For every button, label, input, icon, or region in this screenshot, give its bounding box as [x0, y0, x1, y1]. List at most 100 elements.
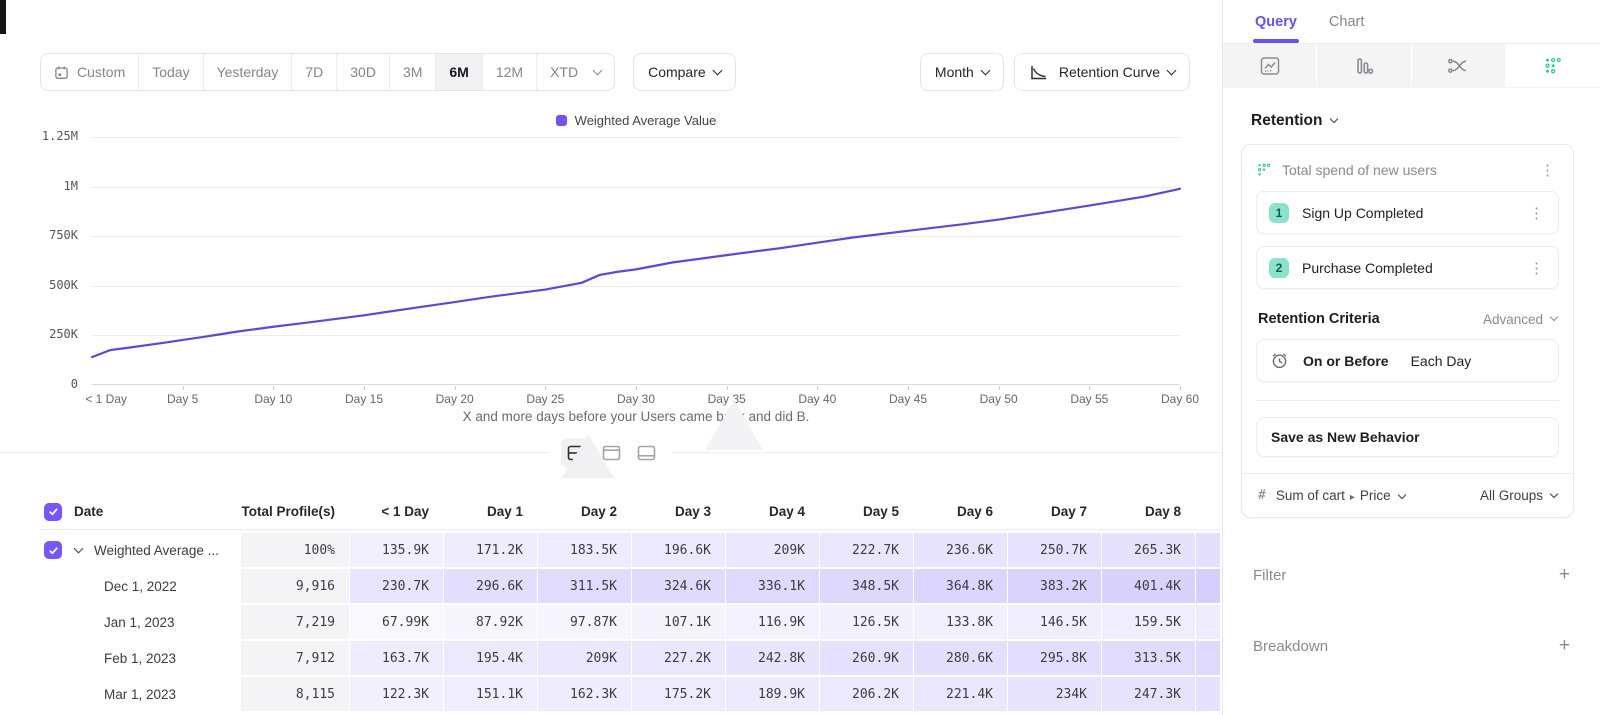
row-date-cell[interactable]: Mar 1, 2023 [40, 677, 240, 711]
range-xtd[interactable]: XTD [537, 54, 614, 90]
retention-value-cell: 146.5K [1008, 605, 1101, 639]
granularity-label: Month [935, 64, 974, 80]
column-header: Day 6 [914, 494, 1007, 529]
range-custom[interactable]: Custom [41, 54, 139, 90]
retention-value-cell: 280.6K [914, 641, 1007, 675]
range-label: Yesterday [217, 64, 279, 80]
range-6m[interactable]: 6M [436, 54, 482, 90]
retention-chart [92, 137, 1180, 384]
x-axis-label: Day 60 [1161, 392, 1199, 406]
table-header-row: DateTotal Profile(s)< 1 DayDay 1Day 2Day… [40, 494, 1220, 530]
profiles-cell: 8,115 [241, 677, 349, 711]
table-row: Dec 1, 20229,916230.7K296.6K311.5K324.6K… [40, 569, 1220, 603]
tab-query[interactable]: Query [1255, 14, 1297, 30]
step-row-2[interactable]: 2 Purchase Completed ⋮ [1256, 246, 1559, 289]
row-date-cell[interactable]: Feb 1, 2023 [40, 641, 240, 675]
row-checkbox[interactable] [44, 541, 62, 559]
measure-row: # Sum of cart▸Price All Groups [1242, 473, 1573, 517]
expand-caret-icon[interactable] [74, 543, 84, 553]
chevron-down-icon [980, 65, 990, 75]
range-label: XTD [550, 64, 578, 80]
row-date-cell[interactable]: Weighted Average ... [40, 533, 240, 567]
range-12m[interactable]: 12M [483, 54, 537, 90]
retention-report-button[interactable] [1506, 44, 1600, 87]
bottom-panel-view-button[interactable] [631, 438, 661, 468]
compare-button[interactable]: Compare [633, 53, 736, 91]
range-yesterday[interactable]: Yesterday [204, 54, 293, 90]
column-header: Day 3 [632, 494, 725, 529]
add-filter-button[interactable]: + [1559, 564, 1570, 586]
retention-value-cell: 126.5K [820, 605, 913, 639]
table-row: Mar 1, 20238,115122.3K151.1K162.3K175.2K… [40, 677, 1220, 711]
clipped-value-cell [1196, 677, 1220, 711]
row-date-cell[interactable]: Jan 1, 2023 [40, 605, 240, 639]
retention-value-cell: 162.3K [538, 677, 631, 711]
save-behavior-button[interactable]: Save as New Behavior [1256, 417, 1559, 457]
retention-value-cell: 122.3K [350, 677, 443, 711]
x-axis-label: Day 45 [889, 392, 927, 406]
axis-tick [273, 386, 274, 390]
timing-mode-select[interactable]: On or Before [1303, 353, 1389, 369]
behavior-dots-icon [1256, 162, 1272, 178]
retention-value-cell: 159.5K [1102, 605, 1195, 639]
kebab-menu-icon[interactable]: ⋮ [1536, 161, 1559, 179]
groups-select[interactable]: All Groups [1480, 488, 1557, 503]
tab-chart[interactable]: Chart [1329, 14, 1364, 30]
report-type-group [1223, 44, 1600, 88]
table-row: Feb 1, 20237,912163.7K195.4K209K227.2K24… [40, 641, 1220, 675]
range-30d[interactable]: 30D [337, 54, 390, 90]
chart-caption: X and more days before your Users came b… [92, 409, 1180, 424]
breakdown-section: Breakdown + [1253, 635, 1570, 657]
range-label: 7D [305, 64, 323, 80]
timing-unit-select[interactable]: Each Day [1411, 353, 1472, 369]
profiles-cell: 7,219 [241, 605, 349, 639]
retention-value-cell: 313.5K [1102, 641, 1195, 675]
range-3m[interactable]: 3M [390, 54, 436, 90]
x-axis-label: Day 40 [798, 392, 836, 406]
flows-report-button[interactable] [1412, 44, 1506, 87]
filter-label: Filter [1253, 567, 1286, 584]
retention-section-header[interactable]: Retention [1251, 112, 1600, 130]
plot-area: 0250K500K750K1M1.25M< 1 DayDay 5Day 10Da… [92, 137, 1180, 385]
retention-value-cell: 296.6K [444, 569, 537, 603]
kebab-menu-icon[interactable]: ⋮ [1525, 259, 1548, 277]
retention-value-cell: 116.9K [726, 605, 819, 639]
breakdown-label: Breakdown [1253, 638, 1328, 655]
row-checkbox[interactable] [44, 503, 62, 521]
retention-value-cell: 133.8K [914, 605, 1007, 639]
retention-value-cell: 175.2K [632, 677, 725, 711]
retention-value-cell: 324.6K [632, 569, 725, 603]
behavior-title[interactable]: Total spend of new users [1282, 162, 1526, 178]
clipped-value-cell [1196, 641, 1220, 675]
date-range-group: CustomToday Yesterday 7D 30D3M6M12M XTD [40, 53, 615, 91]
axis-tick [817, 386, 818, 390]
funnels-report-button[interactable] [1317, 44, 1411, 87]
kebab-menu-icon[interactable]: ⋮ [1525, 204, 1548, 222]
step-row-1[interactable]: 1 Sign Up Completed ⋮ [1256, 191, 1559, 234]
number-type-icon: # [1258, 488, 1266, 503]
range-today[interactable]: Today [139, 54, 203, 90]
retention-value-cell: 364.8K [914, 569, 1007, 603]
retention-value-cell: 87.92K [444, 605, 537, 639]
column-header: Day 2 [538, 494, 631, 529]
range-7d[interactable]: 7D [292, 54, 337, 90]
retention-value-cell: 221.4K [914, 677, 1007, 711]
axis-tick [636, 386, 637, 390]
add-breakdown-button[interactable]: + [1559, 635, 1570, 657]
retention-criteria-label: Retention Criteria [1258, 311, 1483, 327]
retention-value-cell: 311.5K [538, 569, 631, 603]
compare-label: Compare [648, 64, 706, 80]
measure-property-select[interactable]: Sum of cart▸Price [1276, 488, 1405, 503]
granularity-button[interactable]: Month [920, 53, 1004, 91]
retention-value-cell: 189.9K [726, 677, 819, 711]
column-header: Day 1 [444, 494, 537, 529]
chart-type-button[interactable]: Retention Curve [1014, 53, 1190, 91]
advanced-dropdown[interactable]: Advanced [1483, 312, 1557, 327]
retention-value-cell: 383.2K [1008, 569, 1101, 603]
insights-report-button[interactable] [1223, 44, 1317, 87]
retention-value-cell: 171.2K [444, 533, 537, 567]
table-row: Jan 1, 20237,21967.99K87.92K97.87K107.1K… [40, 605, 1220, 639]
chevron-down-icon [1330, 115, 1338, 123]
row-date-cell[interactable]: Dec 1, 2022 [40, 569, 240, 603]
column-header: Total Profile(s) [241, 494, 349, 529]
